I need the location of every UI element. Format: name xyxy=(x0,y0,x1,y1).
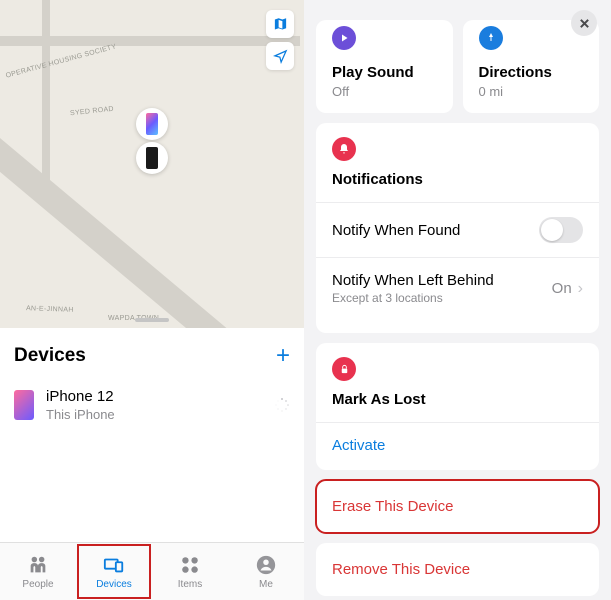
map[interactable]: OPERATIVE HOUSING SOCIETY SYED ROAD AN-E… xyxy=(0,0,304,328)
sound-icon xyxy=(332,26,356,50)
mark-lost-card: Mark As Lost Activate xyxy=(316,343,599,470)
remove-device-button[interactable]: Remove This Device xyxy=(316,543,599,596)
setting-title: Notify When Found xyxy=(332,222,539,239)
add-device-button[interactable]: + xyxy=(276,344,290,368)
notifications-heading: Notifications xyxy=(332,171,583,188)
play-sound-card[interactable]: Play Sound Off xyxy=(316,20,453,113)
card-title: Directions xyxy=(479,64,584,81)
mark-lost-heading: Mark As Lost xyxy=(332,391,583,408)
device-detail-panel: Play Sound Off Directions 0 mi Notificat… xyxy=(304,0,611,600)
activate-button[interactable]: Activate xyxy=(316,422,599,456)
card-status: 0 mi xyxy=(479,84,584,99)
map-mode-button[interactable] xyxy=(266,10,294,38)
tab-devices[interactable]: Devices xyxy=(76,543,152,600)
close-icon xyxy=(579,18,590,29)
erase-label: Erase This Device xyxy=(332,498,453,515)
directions-icon xyxy=(479,26,503,50)
device-row[interactable]: iPhone 12 This iPhone xyxy=(14,386,290,424)
map-label: SYED ROAD xyxy=(70,106,114,118)
device-name: iPhone 12 xyxy=(46,388,262,405)
tab-me[interactable]: Me xyxy=(228,543,304,600)
tab-label: People xyxy=(22,579,53,590)
tab-people[interactable]: People xyxy=(0,543,76,600)
drag-handle[interactable] xyxy=(135,318,169,322)
map-label: OPERATIVE HOUSING SOCIETY xyxy=(5,43,117,79)
setting-title: Notify When Left Behind xyxy=(332,272,552,289)
device-subtitle: This iPhone xyxy=(46,407,262,422)
tab-bar: People Devices Items Me xyxy=(0,542,304,600)
close-button[interactable] xyxy=(571,10,597,36)
erase-device-button[interactable]: Erase This Device xyxy=(316,480,599,533)
items-icon xyxy=(179,554,201,576)
devices-icon xyxy=(103,554,125,576)
tab-label: Items xyxy=(178,579,202,590)
notify-when-found-row[interactable]: Notify When Found xyxy=(316,202,599,257)
left-panel: OPERATIVE HOUSING SOCIETY SYED ROAD AN-E… xyxy=(0,0,304,600)
notify-found-toggle[interactable] xyxy=(539,217,583,243)
people-icon xyxy=(27,554,49,576)
map-label: AN-E-JINNAH xyxy=(26,305,74,314)
device-thumb-icon xyxy=(14,390,34,420)
notifications-card: Notifications Notify When Found Notify W… xyxy=(316,123,599,333)
device-pins xyxy=(136,108,168,174)
devices-section: Devices + iPhone 12 This iPhone xyxy=(0,328,304,542)
tab-items[interactable]: Items xyxy=(152,543,228,600)
setting-subtitle: Except at 3 locations xyxy=(332,291,552,305)
devices-title: Devices xyxy=(14,345,86,367)
notify-left-behind-row[interactable]: Notify When Left Behind Except at 3 loca… xyxy=(316,257,599,319)
chevron-right-icon: › xyxy=(578,280,583,298)
card-title: Play Sound xyxy=(332,64,437,81)
me-icon xyxy=(255,554,277,576)
device-pin[interactable] xyxy=(136,108,168,140)
tab-label: Me xyxy=(259,579,273,590)
card-status: Off xyxy=(332,84,437,99)
setting-value: On xyxy=(552,280,572,297)
loading-spinner-icon xyxy=(274,397,290,413)
locate-button[interactable] xyxy=(266,42,294,70)
bell-icon xyxy=(332,137,356,161)
device-pin[interactable] xyxy=(136,142,168,174)
lock-icon xyxy=(332,357,356,381)
remove-label: Remove This Device xyxy=(332,561,470,578)
tab-label: Devices xyxy=(96,579,132,590)
